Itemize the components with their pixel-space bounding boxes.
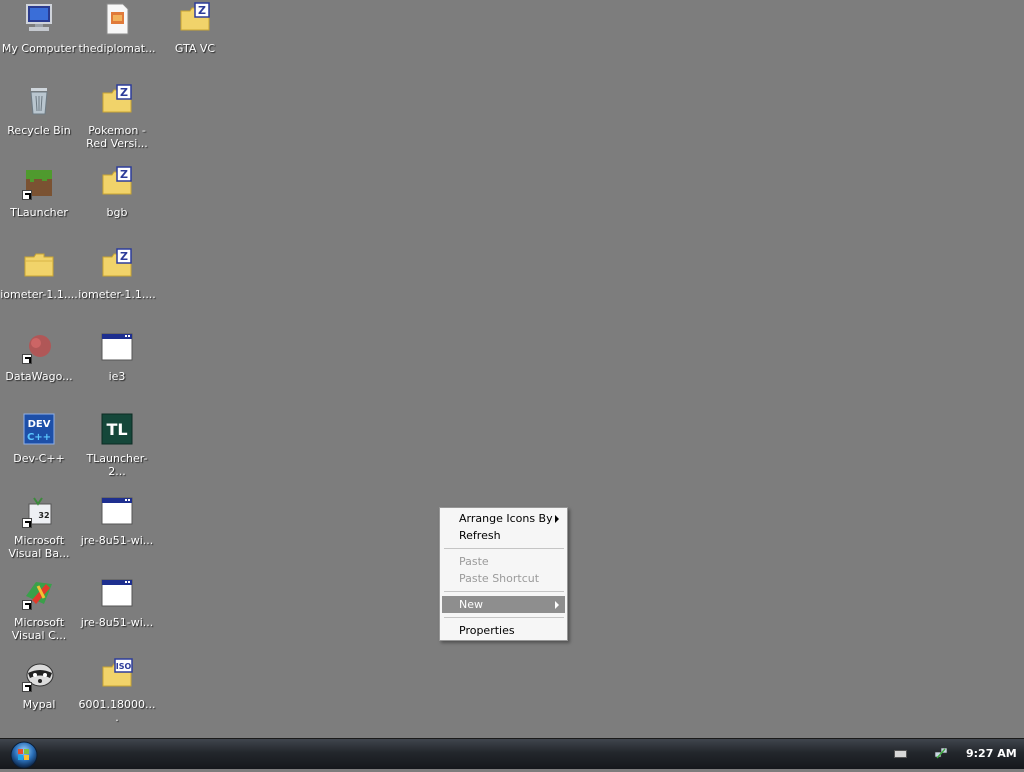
menu-item-label: Refresh [459,529,501,542]
menu-item-properties[interactable]: Properties [442,622,565,639]
folder-icon [22,248,56,282]
menu-item-new[interactable]: New [442,596,565,613]
system-tray: 9:27 AM [874,739,1024,769]
desktop-icon-iometer-zip[interactable]: Z iometer-1.1.... [78,248,156,324]
menu-item-label: Properties [459,624,515,637]
desktop-icon-iometer-folder[interactable]: iometer-1.1.... [0,248,78,324]
desktop-icon-label: iometer-1.1.... [0,288,78,301]
desktop[interactable]: My Computer Recycle Bin TLauncher iomete… [0,0,1024,738]
desktop-context-menu: Arrange Icons By Refresh Paste Paste Sho… [439,507,568,641]
recycle-bin-icon [22,84,56,118]
windows-orb-icon [10,741,38,769]
desktop-icon-jre-2[interactable]: jre-8u51-wi... [78,576,156,652]
desktop-icon-label: Dev-C++ [13,452,65,465]
desktop-icon-datawagon[interactable]: DataWago... [0,330,78,406]
menu-item-label: Paste [459,555,489,568]
desktop-icon-label: Mypal [22,698,56,711]
svg-text:TL: TL [106,420,127,439]
network-icon[interactable] [934,746,948,760]
desktop-icon-thediplomat[interactable]: thediplomat... [78,2,156,78]
iso-folder-icon: ISO [100,658,134,692]
shortcut-arrow-icon [22,354,32,364]
svg-text:DEV: DEV [28,419,51,430]
desktop-icon-label: 6001.18000.... [78,698,156,724]
raccoon-icon [22,658,56,692]
shortcut-arrow-icon [22,518,32,528]
menu-item-label: Arrange Icons By [459,512,553,525]
svg-text:32: 32 [38,511,49,520]
desktop-icon-label: Microsoft Visual Ba... [8,534,70,560]
desktop-icon-label: iometer-1.1.... [78,288,156,301]
desktop-icon-bgb[interactable]: Z bgb [78,166,156,242]
zip-folder-icon: Z [100,166,134,200]
shortcut-arrow-icon [22,600,32,610]
desktop-icon-label: jre-8u51-wi... [80,616,154,629]
desktop-icon-ie3[interactable]: ie3 [78,330,156,406]
desktop-icon-label: ie3 [108,370,126,383]
dev-cpp-icon: DEV C++ [22,412,56,446]
desktop-icon-mypal[interactable]: Mypal [0,658,78,734]
svg-text:ISO: ISO [116,662,132,671]
desktop-icon-label: DataWago... [5,370,73,383]
menu-separator [444,591,564,592]
window-icon [100,576,134,610]
menu-separator [444,548,564,549]
desktop-icon-label: Pokemon - Red Versi... [86,124,148,150]
shortcut-arrow-icon [22,190,32,200]
desktop-icon-tlauncher-2[interactable]: TL TLauncher-2... [78,412,156,488]
red-blob-icon [22,330,56,364]
desktop-icon-visual-cpp[interactable]: Microsoft Visual C... [0,576,78,652]
submenu-arrow-icon [555,515,559,523]
zip-folder-icon: Z [178,2,212,36]
desktop-icon-label: TLauncher-2... [86,452,148,478]
desktop-icon-jre-1[interactable]: jre-8u51-wi... [78,494,156,570]
visual-cpp-icon [22,576,56,610]
desktop-icon-my-computer[interactable]: My Computer [0,2,78,78]
menu-item-paste[interactable]: Paste [442,553,565,570]
menu-item-paste-shortcut[interactable]: Paste Shortcut [442,570,565,587]
desktop-icon-label: bgb [106,206,128,219]
tl-icon: TL [100,412,134,446]
desktop-icon-label: jre-8u51-wi... [80,534,154,547]
svg-text:Z: Z [120,250,128,263]
menu-item-label: New [459,598,483,611]
shortcut-arrow-icon [22,682,32,692]
desktop-icon-pokemon-red[interactable]: Z Pokemon - Red Versi... [78,84,156,160]
start-button[interactable] [9,741,39,769]
document-icon [100,2,134,36]
desktop-icon-dev-cpp[interactable]: DEV C++ Dev-C++ [0,412,78,488]
svg-text:C++: C++ [27,432,51,443]
desktop-icon-gta-vc[interactable]: Z GTA VC [156,2,234,78]
desktop-icon-label: thediplomat... [78,42,156,55]
menu-separator [444,617,564,618]
visual-basic-icon: 32 [22,494,56,528]
grass-block-icon [22,166,56,200]
menu-item-arrange-icons-by[interactable]: Arrange Icons By [442,510,565,527]
desktop-icon-label: TLauncher [10,206,68,219]
desktop-icon-label: Recycle Bin [7,124,71,137]
taskbar-clock[interactable]: 9:27 AM [966,747,1017,760]
desktop-icon-visual-basic[interactable]: 32 Microsoft Visual Ba... [0,494,78,570]
zip-folder-icon: Z [100,84,134,118]
menu-item-refresh[interactable]: Refresh [442,527,565,544]
keyboard-icon[interactable] [894,750,907,758]
svg-text:Z: Z [120,86,128,99]
desktop-icon-recycle-bin[interactable]: Recycle Bin [0,84,78,160]
menu-item-label: Paste Shortcut [459,572,540,585]
desktop-icon-label: My Computer [1,42,77,55]
taskbar: 9:27 AM [0,738,1024,769]
submenu-arrow-icon [555,601,559,609]
window-icon [100,330,134,364]
computer-icon [22,2,56,36]
desktop-icon-label: GTA VC [174,42,216,55]
desktop-icon-label: Microsoft Visual C... [11,616,67,642]
svg-text:Z: Z [120,168,128,181]
desktop-icon-tlauncher[interactable]: TLauncher [0,166,78,242]
window-icon [100,494,134,528]
desktop-icon-6001-iso[interactable]: ISO 6001.18000.... [78,658,156,734]
zip-folder-icon: Z [100,248,134,282]
svg-text:Z: Z [198,4,206,17]
